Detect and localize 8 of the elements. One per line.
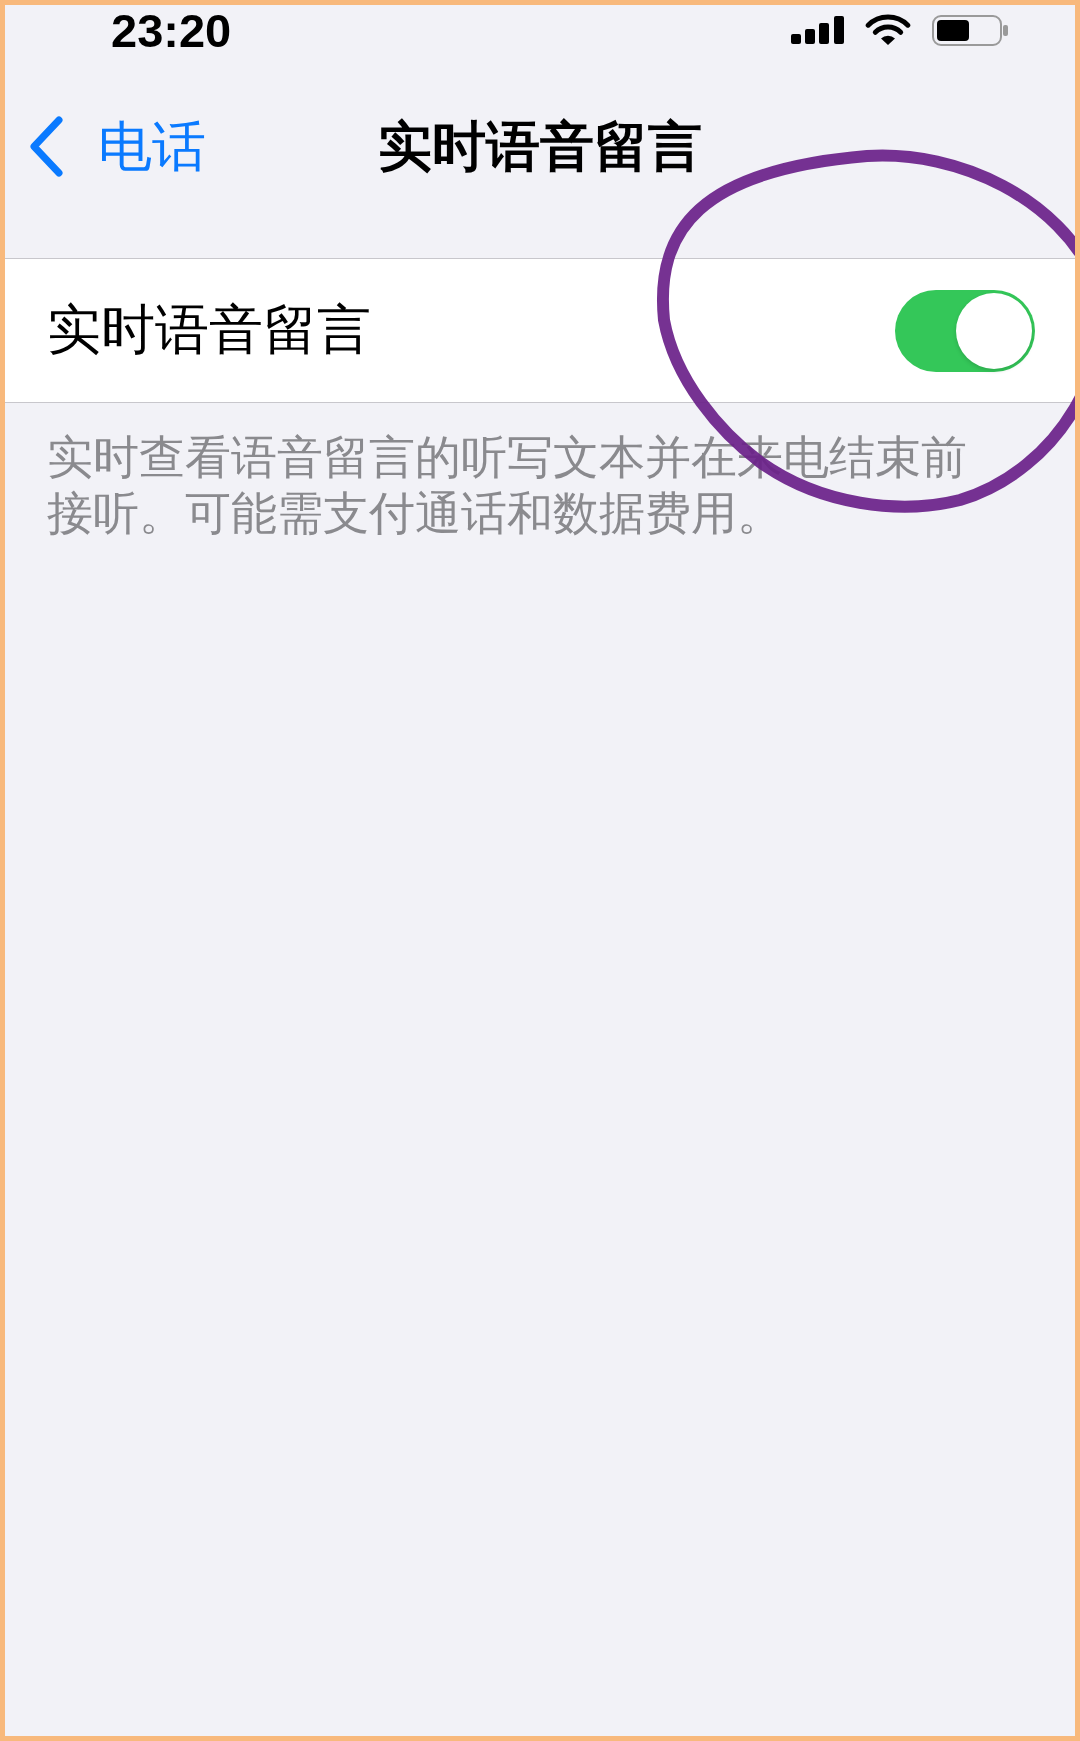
signal-icon	[791, 16, 844, 44]
wifi-icon	[865, 14, 911, 46]
back-button[interactable]: 电话	[28, 114, 206, 180]
page-title: 实时语音留言	[378, 114, 702, 180]
setting-label: 实时语音留言	[47, 298, 371, 363]
battery-icon	[932, 14, 1008, 46]
status-time: 23:20	[111, 6, 232, 54]
chevron-left-icon	[28, 116, 64, 178]
